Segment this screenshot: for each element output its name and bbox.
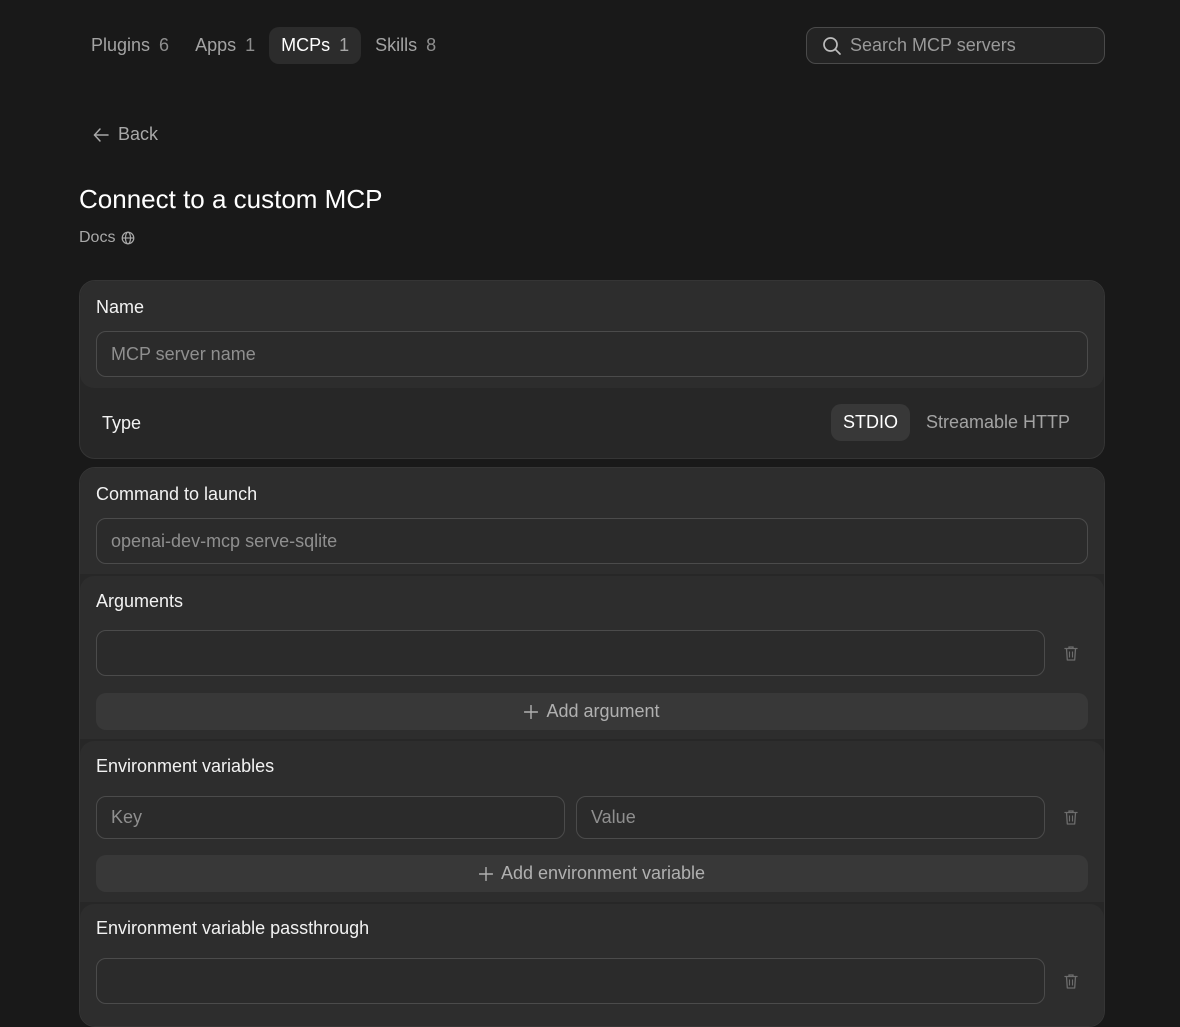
env-value-input[interactable] [591, 807, 1044, 828]
env-key-field[interactable] [96, 796, 565, 839]
docs-link[interactable]: Docs [79, 229, 135, 247]
command-section: Command to launch [80, 468, 1104, 574]
env-value-field[interactable] [576, 796, 1045, 839]
search-input[interactable] [850, 35, 1090, 56]
env-variables-label: Environment variables [96, 756, 275, 776]
command-input[interactable] [111, 530, 1087, 552]
env-passthrough-section: Environment variable passthrough [80, 904, 1104, 1026]
argument-field[interactable] [96, 630, 1045, 676]
name-input[interactable] [111, 343, 1087, 365]
type-row: Type STDIO Streamable HTTP [80, 389, 1104, 458]
back-label: Back [118, 124, 159, 144]
env-key-input[interactable] [111, 807, 564, 828]
back-button[interactable]: Back [92, 124, 158, 145]
tab-label: Apps [195, 35, 237, 55]
add-argument-button[interactable]: Add argument [96, 693, 1088, 730]
name-label: Name [96, 297, 145, 317]
trash-icon [1064, 973, 1078, 989]
tab-count: 6 [159, 35, 170, 55]
command-label: Command to launch [96, 484, 258, 504]
tab-plugins[interactable]: Plugins 6 [79, 27, 181, 64]
tab-count: 1 [245, 35, 256, 55]
add-env-variable-button[interactable]: Add environment variable [96, 855, 1088, 892]
type-label: Type [102, 413, 142, 433]
tab-label: Plugins [91, 35, 151, 55]
type-option-stdio[interactable]: STDIO [830, 404, 910, 441]
delete-env-variable-button[interactable] [1060, 806, 1082, 828]
server-identity-card: Name Type STDIO Streamable HTTP [79, 280, 1105, 459]
tab-mcps[interactable]: MCPs 1 [269, 27, 362, 64]
search-icon [823, 36, 841, 55]
env-variables-section: Environment variables Add environment va… [80, 741, 1104, 902]
trash-icon [1064, 645, 1078, 661]
name-section: Name [80, 281, 1104, 388]
category-tabs: Plugins 6 Apps 1 MCPs 1 Skills 8 [79, 27, 448, 64]
tab-count: 1 [339, 35, 350, 55]
plus-icon [524, 704, 539, 719]
passthrough-input[interactable] [111, 970, 1044, 992]
type-selector: STDIO Streamable HTTP [830, 404, 1082, 441]
globe-icon [122, 231, 135, 245]
delete-argument-button[interactable] [1060, 642, 1082, 664]
tab-label: MCPs [281, 35, 331, 55]
search-box[interactable] [806, 27, 1105, 64]
launch-config-card: Command to launch Arguments Add argument [79, 467, 1105, 1027]
passthrough-field[interactable] [96, 958, 1045, 1004]
tab-skills[interactable]: Skills 8 [363, 27, 448, 64]
tab-label: Skills [375, 35, 418, 55]
trash-icon [1064, 809, 1078, 825]
plus-icon [478, 866, 493, 881]
name-field[interactable] [96, 331, 1088, 377]
arguments-label: Arguments [96, 591, 184, 611]
command-field[interactable] [96, 518, 1088, 564]
add-env-variable-label: Add environment variable [500, 863, 706, 883]
add-argument-label: Add argument [546, 701, 660, 721]
argument-input[interactable] [111, 642, 1044, 664]
arguments-section: Arguments Add argument [80, 576, 1104, 739]
arrow-left-icon [93, 127, 109, 142]
env-passthrough-label: Environment variable passthrough [96, 918, 370, 938]
docs-label: Docs [79, 229, 116, 246]
type-option-streamable-http[interactable]: Streamable HTTP [914, 404, 1082, 441]
tab-apps[interactable]: Apps 1 [183, 27, 267, 64]
delete-passthrough-button[interactable] [1060, 970, 1082, 992]
page-title: Connect to a custom MCP [79, 184, 383, 214]
tab-count: 8 [426, 35, 437, 55]
